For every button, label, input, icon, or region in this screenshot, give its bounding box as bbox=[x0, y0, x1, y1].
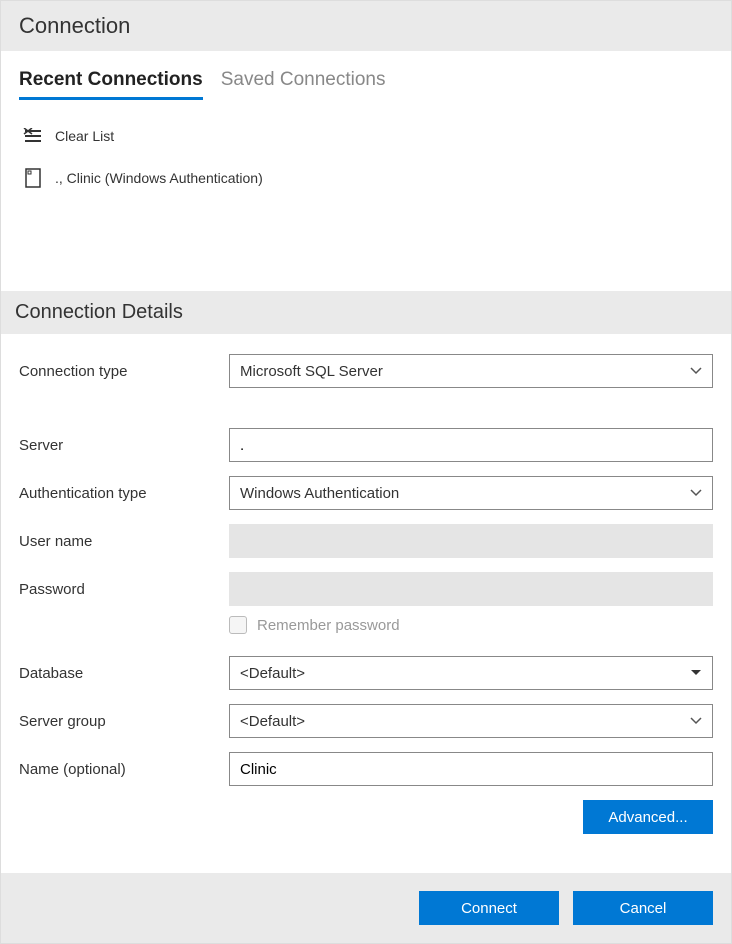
connect-button[interactable]: Connect bbox=[419, 891, 559, 925]
clear-list-label: Clear List bbox=[55, 128, 114, 144]
auth-type-label: Authentication type bbox=[19, 485, 229, 502]
chevron-down-icon bbox=[690, 367, 702, 375]
recent-connection-item[interactable]: ., Clinic (Windows Authentication) bbox=[19, 162, 713, 194]
auth-type-value: Windows Authentication bbox=[240, 485, 399, 502]
server-label: Server bbox=[19, 437, 229, 454]
remember-password-checkbox bbox=[229, 616, 247, 634]
auth-type-select[interactable]: Windows Authentication bbox=[229, 476, 713, 510]
name-input[interactable] bbox=[229, 752, 713, 786]
footer: Connect Cancel bbox=[1, 873, 731, 943]
clear-list-button[interactable]: Clear List bbox=[19, 120, 713, 152]
username-input bbox=[229, 524, 713, 558]
connection-type-select[interactable]: Microsoft SQL Server bbox=[229, 354, 713, 388]
connection-type-label: Connection type bbox=[19, 363, 229, 380]
server-group-value: <Default> bbox=[240, 713, 305, 730]
chevron-down-icon bbox=[690, 489, 702, 497]
username-label: User name bbox=[19, 533, 229, 550]
server-group-label: Server group bbox=[19, 713, 229, 730]
password-label: Password bbox=[19, 581, 229, 598]
caret-down-icon bbox=[690, 669, 702, 677]
server-group-select[interactable]: <Default> bbox=[229, 704, 713, 738]
tab-saved-connections[interactable]: Saved Connections bbox=[221, 69, 386, 97]
connection-form: Connection type Microsoft SQL Server Ser… bbox=[1, 334, 731, 873]
server-icon bbox=[23, 168, 43, 188]
server-input[interactable] bbox=[229, 428, 713, 462]
tab-recent-connections[interactable]: Recent Connections bbox=[19, 69, 203, 100]
database-select[interactable]: <Default> bbox=[229, 656, 713, 690]
connection-type-value: Microsoft SQL Server bbox=[240, 363, 383, 380]
panel-title: Connection bbox=[1, 1, 731, 51]
advanced-button[interactable]: Advanced... bbox=[583, 800, 713, 834]
name-label: Name (optional) bbox=[19, 761, 229, 778]
recent-connections-section: Recent Connections Saved Connections Cle… bbox=[1, 51, 731, 291]
password-input bbox=[229, 572, 713, 606]
cancel-button[interactable]: Cancel bbox=[573, 891, 713, 925]
remember-password-label: Remember password bbox=[257, 617, 400, 634]
database-value: <Default> bbox=[240, 665, 305, 682]
database-label: Database bbox=[19, 665, 229, 682]
chevron-down-icon bbox=[690, 717, 702, 725]
recent-connection-label: ., Clinic (Windows Authentication) bbox=[55, 170, 263, 186]
clear-list-icon bbox=[23, 126, 43, 146]
details-header: Connection Details bbox=[1, 291, 731, 334]
tabs: Recent Connections Saved Connections bbox=[19, 69, 713, 100]
